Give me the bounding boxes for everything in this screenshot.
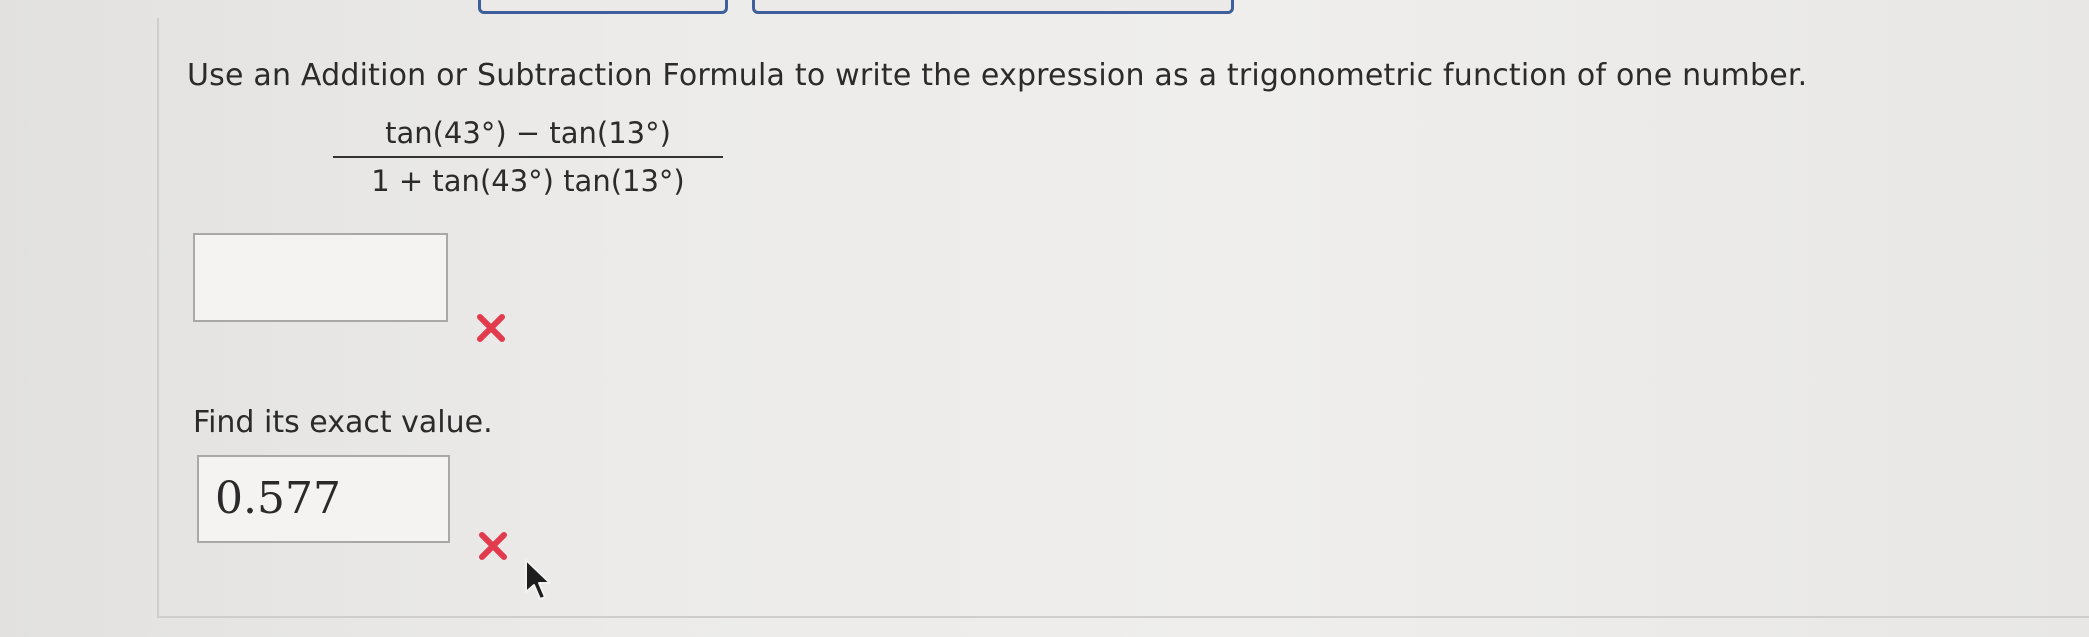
expression-fraction: tan(43°) − tan(13°) 1 + tan(43°) tan(13°… — [333, 116, 723, 198]
question-instruction: Use an Addition or Subtraction Formula t… — [187, 58, 1808, 93]
answer-input-exact-value[interactable]: 0.577 — [197, 455, 450, 543]
mouse-pointer-icon — [525, 559, 551, 600]
incorrect-x-icon — [477, 314, 505, 342]
incorrect-x-icon — [479, 532, 507, 560]
exact-value-prompt: Find its exact value. — [193, 405, 493, 440]
fraction-numerator: tan(43°) − tan(13°) — [385, 116, 671, 150]
answer-input-trig-function[interactable] — [193, 233, 448, 322]
top-button-right[interactable] — [752, 0, 1234, 14]
top-button-left[interactable] — [478, 0, 728, 14]
question-page: Use an Addition or Subtraction Formula t… — [0, 0, 2089, 637]
fraction-denominator: 1 + tan(43°) tan(13°) — [371, 164, 685, 198]
